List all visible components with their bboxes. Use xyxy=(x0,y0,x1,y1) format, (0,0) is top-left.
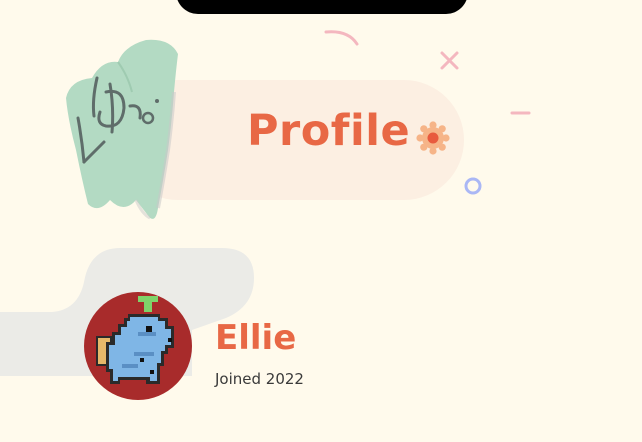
pixel-dinosaur-avatar xyxy=(96,296,174,384)
user-name: Ellie xyxy=(215,318,297,358)
joined-date: Joined 2022 xyxy=(215,370,304,388)
avatar[interactable] xyxy=(84,292,192,400)
